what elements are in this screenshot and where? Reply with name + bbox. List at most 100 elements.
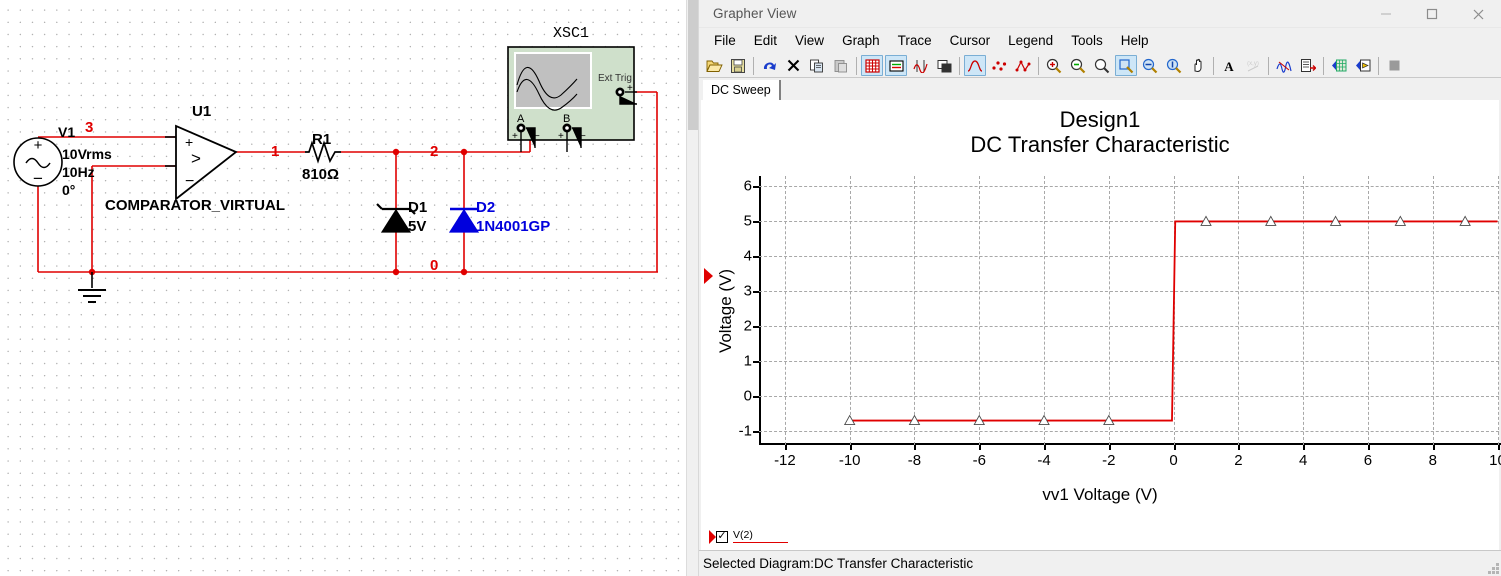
source-frequency-label: 10Hz (62, 164, 95, 180)
menu-view[interactable]: View (786, 30, 833, 51)
curve-style-icon[interactable] (964, 55, 986, 76)
grapher-titlebar[interactable]: Grapher View (699, 0, 1501, 28)
show-legend-icon[interactable] (885, 55, 907, 76)
scope-channel-a-label: A (517, 113, 525, 125)
menu-cursor[interactable]: Cursor (941, 30, 1000, 51)
zoom-fit-icon[interactable] (1091, 55, 1113, 76)
x-tick-mark (914, 445, 917, 450)
zoom-out-icon[interactable] (1067, 55, 1089, 76)
schematic-artwork: + − + − > (13, 46, 658, 303)
y-tick-label: 4 (743, 247, 752, 265)
svg-text:>: > (191, 149, 201, 168)
paste-icon[interactable] (830, 55, 852, 76)
legend-selection-marker (709, 529, 716, 544)
schematic-canvas[interactable]: + − + − > V1 3 10Vrms 10Hz 0° U1 COMPARA… (0, 0, 698, 576)
copy-icon[interactable] (806, 55, 828, 76)
tab-dc-sweep[interactable]: DC Sweep (703, 80, 781, 100)
y-tick-label: 1 (743, 352, 752, 370)
legend-label: V(2) (733, 528, 753, 541)
menu-help[interactable]: Help (1112, 30, 1158, 51)
menu-trace[interactable]: Trace (889, 30, 941, 51)
legend-box[interactable]: ✓ V(2) (701, 522, 1499, 550)
pan-hand-icon[interactable] (1187, 55, 1209, 76)
svg-text:−: − (33, 169, 43, 188)
node-1-label: 1 (271, 143, 280, 160)
y-tick-label: 3 (743, 282, 752, 300)
show-grid-icon[interactable] (861, 55, 883, 76)
scatter-style-icon[interactable] (988, 55, 1010, 76)
scope-b-plus-label: + (558, 131, 564, 142)
x-tick-label: 8 (1428, 452, 1437, 469)
menu-graph[interactable]: Graph (833, 30, 889, 51)
text-annotation-icon[interactable]: A (1218, 55, 1240, 76)
resistor-value-label: 810Ω (302, 166, 340, 183)
x-tick-label: 4 (1299, 452, 1308, 469)
node-2-label: 2 (430, 143, 439, 160)
x-tick-mark (1497, 445, 1500, 450)
schematic-vertical-scrollbar[interactable] (686, 0, 698, 576)
legend-entry[interactable]: V(2) (733, 530, 788, 544)
scope-a-minus-label: − (534, 131, 540, 142)
window-controls (1363, 0, 1501, 28)
x-tick-label: -4 (1037, 452, 1051, 469)
measure-icon[interactable]: (x,y) (1242, 55, 1264, 76)
undo-icon[interactable] (758, 55, 780, 76)
source-amplitude-label: 10Vrms (62, 146, 112, 162)
x-tick-label: -8 (907, 452, 922, 469)
trace-v2 (849, 220, 1498, 422)
properties-icon[interactable] (933, 55, 955, 76)
export-labview-icon[interactable] (1352, 55, 1374, 76)
save-icon[interactable] (727, 55, 749, 76)
y-tick-label: 5 (743, 212, 752, 230)
toolbar-separator (1323, 56, 1324, 75)
plot-area[interactable]: -10123456-12-10-8-6-4-20246810 (739, 176, 1501, 469)
minimize-icon[interactable] (1363, 0, 1409, 28)
status-text: Selected Diagram:DC Transfer Characteris… (703, 556, 974, 571)
line-marker-style-icon[interactable] (1012, 55, 1034, 76)
toolbar: A (x,y) (699, 54, 1501, 78)
legend-color-swatch (733, 542, 788, 544)
zoom-horizontal-icon[interactable] (1139, 55, 1161, 76)
menu-file[interactable]: File (705, 30, 745, 51)
schematic-scrollbar-thumb[interactable] (688, 0, 698, 130)
trace-layer (843, 215, 1498, 425)
delete-icon[interactable] (782, 55, 804, 76)
zoom-in-icon[interactable] (1043, 55, 1065, 76)
x-tick-label: 10 (1489, 452, 1501, 469)
stop-icon[interactable] (1383, 55, 1405, 76)
scope-channel-b-label: B (563, 113, 571, 125)
opamp-model-label: COMPARATOR_VIRTUAL (105, 197, 285, 214)
scope-ref-label: XSC1 (553, 25, 590, 42)
show-cursors-icon[interactable] (909, 55, 931, 76)
scope-trig-plus-label: + (627, 83, 633, 94)
y-axis-selection-marker[interactable] (704, 268, 713, 284)
x-tick-mark (784, 445, 787, 450)
source-phase-label: 0° (62, 182, 76, 198)
tab-strip-filler (781, 80, 1501, 100)
menu-tools[interactable]: Tools (1062, 30, 1112, 51)
menu-edit[interactable]: Edit (745, 30, 786, 51)
resize-grip[interactable] (1485, 560, 1499, 574)
zoom-region-icon[interactable] (1115, 55, 1137, 76)
diode1-ref-label: D1 (408, 199, 428, 216)
open-icon[interactable] (703, 55, 725, 76)
fourier-icon[interactable] (1273, 55, 1295, 76)
zoom-vertical-icon[interactable] (1163, 55, 1185, 76)
maximize-icon[interactable] (1409, 0, 1455, 28)
close-icon[interactable] (1455, 0, 1501, 28)
x-tick-mark (1367, 445, 1370, 450)
chart-title-block: Design1 DC Transfer Characteristic (702, 107, 1498, 158)
svg-text:+: + (34, 137, 43, 154)
x-tick-mark (1303, 445, 1306, 450)
plot-panel[interactable]: Design1 DC Transfer Characteristic Volta… (701, 100, 1501, 522)
menu-bar: File Edit View Graph Trace Cursor Legend… (699, 28, 1501, 54)
x-tick-mark (849, 445, 852, 450)
export-data-icon[interactable] (1297, 55, 1319, 76)
trace-markers (843, 215, 1471, 425)
y-tick-label: 2 (743, 317, 752, 335)
legend-checkbox[interactable]: ✓ (716, 530, 728, 543)
menu-legend[interactable]: Legend (999, 30, 1062, 51)
export-excel-icon[interactable] (1328, 55, 1350, 76)
opamp-ref-label: U1 (192, 103, 212, 120)
x-tick-label: 6 (1363, 452, 1373, 469)
